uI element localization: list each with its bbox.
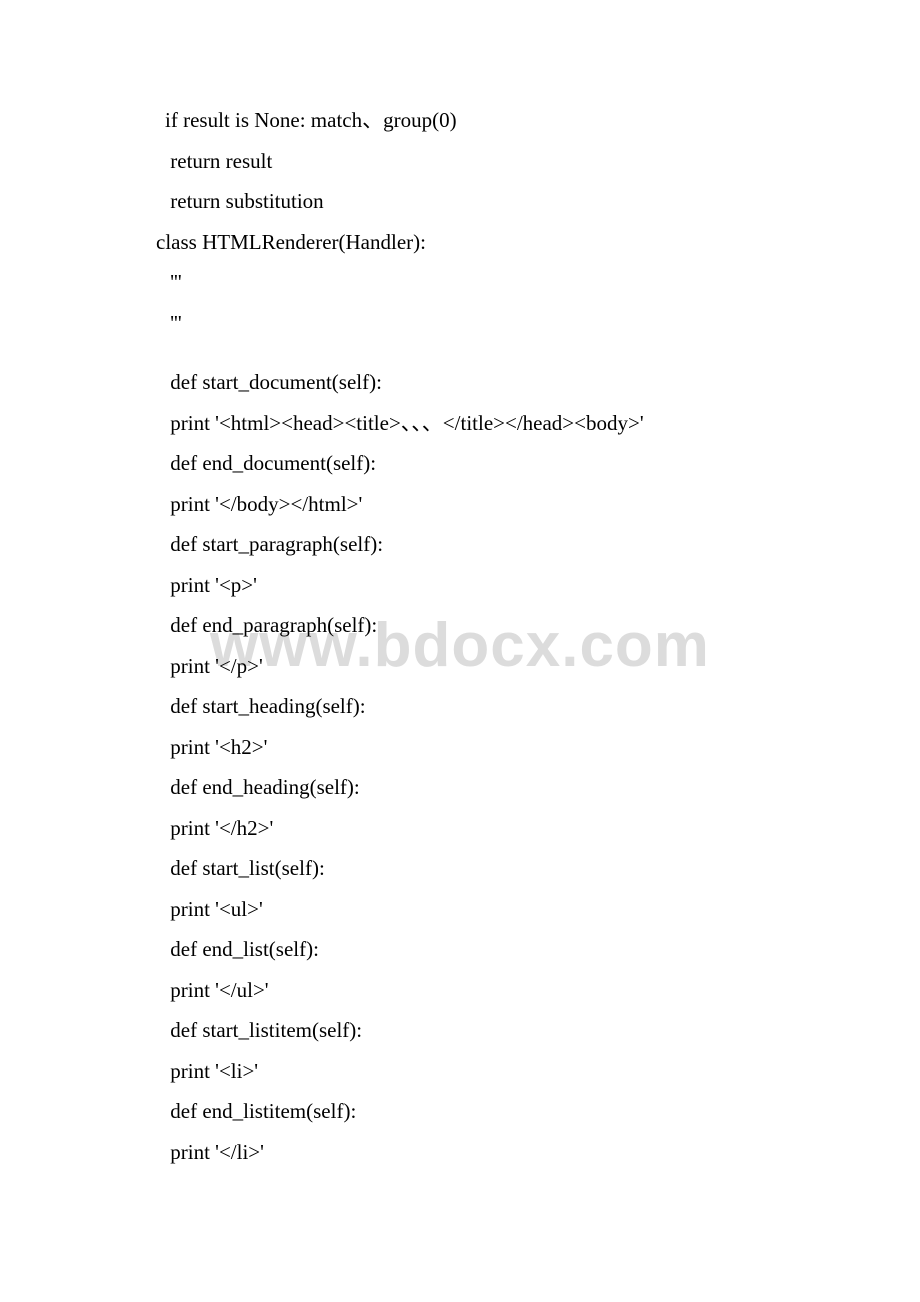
code-line: def start_document(self): [165,372,820,393]
code-line: def start_list(self): [165,858,820,879]
code-line: print '<ul>' [165,899,820,920]
code-line: def end_list(self): [165,939,820,960]
code-line: class HTMLRenderer(Handler): [156,232,820,253]
code-line: if result is None: match、group(0) [165,110,820,131]
code-line: ''' [165,313,820,334]
code-line: print '</p>' [165,656,820,677]
document-content: if result is None: match、group(0) return… [165,110,820,1182]
code-line: print '<h2>' [165,737,820,758]
code-line: return substitution [165,191,820,212]
code-line: print '</li>' [165,1142,820,1163]
code-line: def end_document(self): [165,453,820,474]
code-line: print '</h2>' [165,818,820,839]
code-line: ''' [165,272,820,293]
code-line: print '</ul>' [165,980,820,1001]
code-line: print '<li>' [165,1061,820,1082]
code-line: print '</body></html>' [165,494,820,515]
code-line: print '<html><head><title>、、、</title></h… [165,413,820,434]
code-line: def end_listitem(self): [165,1101,820,1122]
code-line: def end_heading(self): [165,777,820,798]
code-line: return result [165,151,820,172]
code-line: print '<p>' [165,575,820,596]
code-line: def start_listitem(self): [165,1020,820,1041]
code-line: def start_paragraph(self): [165,534,820,555]
code-line: def end_paragraph(self): [165,615,820,636]
code-line: def start_heading(self): [165,696,820,717]
